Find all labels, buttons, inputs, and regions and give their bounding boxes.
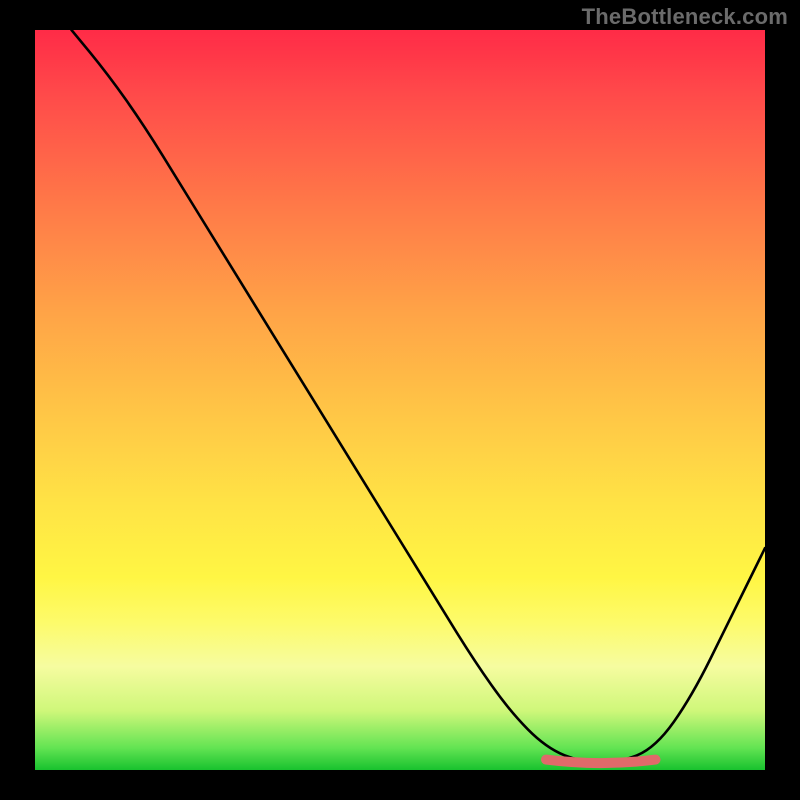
watermark-text: TheBottleneck.com [582,4,788,30]
plot-area [35,30,765,770]
bottleneck-curve [72,30,766,763]
chart-frame: TheBottleneck.com [0,0,800,800]
flat-region-marker [546,760,656,764]
curve-svg [35,30,765,770]
